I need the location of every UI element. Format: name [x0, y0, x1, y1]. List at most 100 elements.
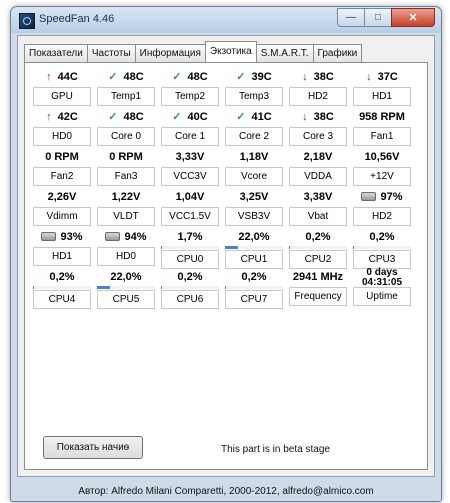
reading-cell: 22,0% CPU5	[94, 268, 158, 309]
cpu-usage-bar-fill	[97, 286, 110, 289]
tab-strip: Показатели Частоты Информация Экзотика S…	[24, 41, 428, 62]
check-icon: ✓	[108, 111, 118, 123]
reading-value: 0,2%	[305, 231, 331, 243]
arrow-down-icon: ↓	[302, 111, 308, 123]
reading-value-row: ✓ 48C	[94, 68, 158, 86]
reading-cell: 2941 MHz Frequency	[286, 268, 350, 306]
reading-value-row: 93%	[30, 228, 94, 246]
tab-indicators[interactable]: Показатели	[24, 44, 88, 62]
reading-label: HD2	[353, 207, 411, 226]
reading-label: CPU5	[97, 290, 155, 309]
reading-value: 38C	[313, 71, 334, 83]
reading-cell: 97% HD2	[350, 188, 414, 226]
reading-value-row: 0,2%	[158, 268, 222, 286]
cpu-usage-bar	[225, 246, 283, 249]
reading-cell: 94% HD0	[94, 228, 158, 266]
beta-note: This part is in beta stage	[221, 444, 330, 455]
reading-cell: 0,2% CPU3	[350, 228, 414, 269]
cpu-usage-bar	[353, 246, 411, 249]
reading-cell: ✓ 40C Core 1	[158, 108, 222, 146]
reading-value: 22,0%	[110, 271, 142, 283]
reading-value: 38C	[313, 111, 334, 123]
reading-label: VDDA	[289, 167, 347, 186]
reading-value-row: 1,04V	[158, 188, 222, 206]
reading-value: 3,38V	[303, 191, 333, 203]
maximize-button[interactable]: □	[364, 8, 392, 27]
reading-value: 22,0%	[238, 231, 270, 243]
minimize-button[interactable]: —	[337, 8, 365, 27]
reading-value-row: 10,56V	[350, 148, 414, 166]
show-more-button[interactable]: Показать начиѳ	[43, 436, 143, 459]
tab-clocks[interactable]: Частоты	[86, 44, 136, 62]
cpu-usage-bar-fill	[225, 246, 238, 249]
reading-value-row: 0 days 04:31:05	[350, 268, 414, 288]
reading-cell: ✓ 48C Temp1	[94, 68, 158, 106]
reading-cell: 3,33V VCC3V	[158, 148, 222, 186]
reading-label: Core 0	[97, 127, 155, 146]
client-area: Показатели Частоты Информация Экзотика S…	[17, 35, 435, 477]
title-bar[interactable]: SpeedFan 4.46 — □ ✕	[11, 7, 441, 33]
reading-cell: 2,26V Vdimm	[30, 188, 94, 226]
reading-value: 48C	[187, 71, 208, 83]
reading-value: 1,18V	[239, 151, 269, 163]
reading-value: 0,2%	[177, 271, 203, 283]
reading-cell: ↓ 37C HD1	[350, 68, 414, 106]
reading-value-row: 3,38V	[286, 188, 350, 206]
check-icon: ✓	[172, 111, 182, 123]
tab-exotics[interactable]: Экзотика	[204, 41, 257, 62]
tab-smart[interactable]: S.M.A.R.T.	[255, 44, 314, 62]
reading-cell: ↓ 38C HD2	[286, 68, 350, 106]
readings-grid: ↑ 44C GPU ✓ 48C Temp1 ✓ 48C Temp2 ✓ 39C Temp3 ↓ 38C HD…	[30, 68, 414, 309]
cpu-usage-bar	[161, 286, 219, 289]
reading-label: Fan3	[97, 167, 155, 186]
reading-value: 2,18V	[303, 151, 333, 163]
reading-value-row: ↓ 38C	[286, 68, 350, 86]
arrow-down-icon: ↓	[302, 71, 308, 83]
reading-label: +12V	[353, 167, 411, 186]
reading-value-row: 97%	[350, 188, 414, 206]
reading-value-row: ✓ 48C	[158, 68, 222, 86]
reading-value-row: 22,0%	[222, 228, 286, 246]
reading-value: 42C	[57, 111, 78, 123]
check-icon: ✓	[236, 71, 246, 83]
reading-value: 958 RPM	[359, 111, 405, 123]
reading-cell: 0 days 04:31:05 Uptime	[350, 268, 414, 306]
reading-value: 0,2%	[241, 271, 267, 283]
reading-label: Frequency	[289, 287, 347, 306]
tab-info[interactable]: Информация	[134, 44, 206, 62]
reading-label: Vbat	[289, 207, 347, 226]
reading-cell: 0,2% CPU4	[30, 268, 94, 309]
reading-value: 2941 MHz	[292, 271, 344, 283]
reading-value: 10,56V	[364, 151, 400, 163]
speedfan-window: SpeedFan 4.46 — □ ✕ Показатели Частоты И…	[10, 6, 442, 502]
reading-value-row: ✓ 40C	[158, 108, 222, 126]
reading-value: 3,25V	[239, 191, 269, 203]
reading-value-row: 94%	[94, 228, 158, 246]
reading-cell: 93% HD1	[30, 228, 94, 266]
reading-value: 41C	[251, 111, 272, 123]
reading-value: 94%	[124, 231, 147, 243]
close-button[interactable]: ✕	[391, 8, 435, 27]
cpu-usage-bar	[161, 246, 219, 249]
reading-label: CPU0	[161, 250, 219, 269]
reading-value-row: ↑ 44C	[30, 68, 94, 86]
reading-label: GPU	[33, 87, 91, 106]
reading-value-row: 22,0%	[94, 268, 158, 286]
reading-value: 37C	[377, 71, 398, 83]
reading-label: Temp3	[225, 87, 283, 106]
tab-charts[interactable]: Графики	[312, 44, 363, 62]
reading-value-row: ✓ 48C	[94, 108, 158, 126]
reading-value: 0,2%	[369, 231, 395, 243]
reading-value-row: 2,18V	[286, 148, 350, 166]
reading-label: Core 3	[289, 127, 347, 146]
reading-cell: 0 RPM Fan3	[94, 148, 158, 186]
reading-value: 48C	[123, 111, 144, 123]
reading-label: HD0	[97, 247, 155, 266]
reading-value: 0,2%	[49, 271, 75, 283]
reading-label: CPU6	[161, 290, 219, 309]
reading-cell: ✓ 39C Temp3	[222, 68, 286, 106]
reading-cell: 0 RPM Fan2	[30, 148, 94, 186]
reading-value-row: ✓ 41C	[222, 108, 286, 126]
reading-value-row: 3,33V	[158, 148, 222, 166]
reading-label: Temp1	[97, 87, 155, 106]
